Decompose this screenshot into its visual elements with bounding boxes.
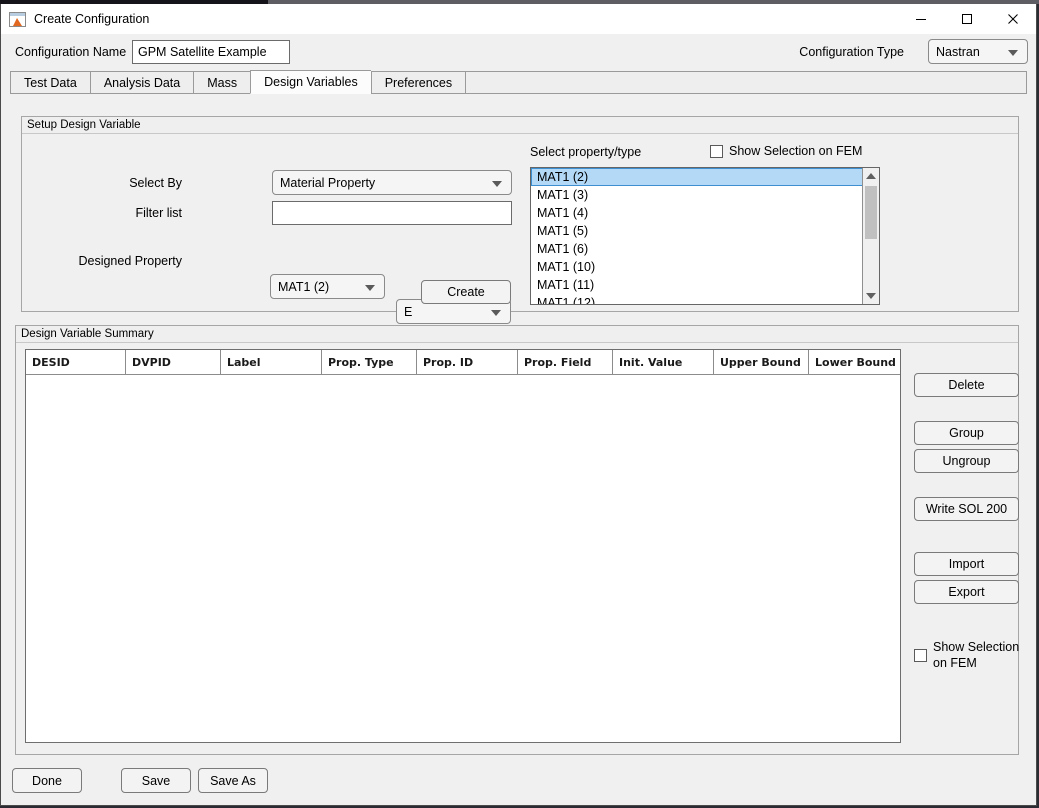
tab-label: Analysis Data — [103, 75, 181, 90]
save-as-button-label: Save As — [210, 773, 256, 788]
listbox-item[interactable]: MAT1 (10) — [531, 258, 864, 276]
table-column-header[interactable]: Lower Bound — [809, 350, 900, 374]
chevron-down-icon — [1008, 49, 1018, 56]
create-button[interactable]: Create — [421, 280, 511, 304]
configuration-type-label: Configuration Type — [799, 45, 904, 59]
designed-property-label: Designed Property — [78, 254, 182, 268]
done-button[interactable]: Done — [12, 768, 82, 793]
tab-label: Test Data — [24, 75, 77, 90]
tab-analysis-data[interactable]: Analysis Data — [89, 71, 194, 94]
tab-test-data[interactable]: Test Data — [10, 71, 90, 94]
chevron-down-icon — [491, 309, 501, 316]
save-button[interactable]: Save — [121, 768, 191, 793]
create-button-label: Create — [447, 285, 485, 299]
table-column-header[interactable]: Prop. Type — [322, 350, 417, 374]
select-by-value: Material Property — [280, 175, 376, 190]
write-sol-200-button-label: Write SOL 200 — [925, 502, 1008, 516]
title-bar: Create Configuration — [1, 4, 1036, 34]
configuration-name-input[interactable] — [132, 40, 290, 64]
write-sol-200-button[interactable]: Write SOL 200 — [914, 497, 1019, 521]
minimize-icon[interactable] — [898, 4, 944, 34]
delete-button-label: Delete — [948, 378, 985, 392]
table-column-header[interactable]: DESID — [26, 350, 126, 374]
listbox-items: MAT1 (2) MAT1 (3) MAT1 (4) MAT1 (5) MAT1 (6)… — [531, 168, 879, 304]
property-type-listbox[interactable]: MAT1 (2) MAT1 (3) MAT1 (4) MAT1 (5) MAT1 (6)… — [530, 167, 880, 305]
setup-panel-title: Setup Design Variable — [22, 117, 1018, 134]
designed-property-value: MAT1 (2) — [278, 279, 330, 294]
select-by-label: Select By — [129, 176, 182, 190]
table-column-header[interactable]: Label — [221, 350, 322, 374]
listbox-scrollbar[interactable] — [862, 168, 879, 304]
tab-label: Design Variables — [264, 75, 358, 89]
listbox-item[interactable]: MAT1 (12) — [531, 294, 864, 304]
table-column-header[interactable]: Init. Value — [613, 350, 714, 374]
summary-panel-title: Design Variable Summary — [16, 326, 1018, 343]
configuration-type-value: Nastran — [936, 44, 980, 59]
listbox-item[interactable]: MAT1 (6) — [531, 240, 864, 258]
tab-mass[interactable]: Mass — [193, 71, 251, 94]
chevron-down-icon — [492, 180, 502, 187]
save-button-label: Save — [141, 773, 171, 788]
window-controls — [898, 4, 1036, 34]
scrollbar-thumb[interactable] — [865, 186, 877, 239]
select-property-type-label: Select property/type — [530, 145, 642, 159]
save-as-button[interactable]: Save As — [198, 768, 268, 793]
chevron-down-icon — [365, 284, 375, 291]
footer-bar: Done Save Save As — [1, 757, 1036, 805]
table-column-header[interactable]: Upper Bound — [714, 350, 809, 374]
filter-list-label: Filter list — [135, 206, 182, 220]
select-by-dropdown[interactable]: Material Property — [272, 170, 512, 195]
listbox-item[interactable]: MAT1 (11) — [531, 276, 864, 294]
import-button[interactable]: Import — [914, 552, 1019, 576]
filter-list-input[interactable] — [272, 201, 512, 225]
show-selection-on-fem-label: Show Selection on FEM — [933, 640, 1020, 670]
matlab-icon — [9, 11, 26, 27]
show-selection-on-fem-checkbox-top[interactable]: Show Selection on FEM — [710, 145, 862, 158]
close-icon[interactable] — [990, 4, 1036, 34]
show-selection-on-fem-label: Show Selection on FEM — [729, 144, 863, 158]
listbox-item[interactable]: MAT1 (3) — [531, 186, 864, 204]
configuration-type-dropdown[interactable]: Nastran — [928, 39, 1028, 64]
delete-button[interactable]: Delete — [914, 373, 1019, 397]
window-title: Create Configuration — [34, 12, 150, 26]
ungroup-button[interactable]: Ungroup — [914, 449, 1019, 473]
import-button-label: Import — [948, 557, 985, 571]
design-variable-table[interactable]: DESID DVPID Label Prop. Type Prop. ID Prop. F… — [25, 349, 901, 743]
group-button[interactable]: Group — [914, 421, 1019, 445]
table-header-row: DESID DVPID Label Prop. Type Prop. ID Prop. F… — [26, 350, 900, 375]
table-column-header[interactable]: Prop. ID — [417, 350, 518, 374]
ungroup-button-label: Ungroup — [942, 454, 991, 468]
group-button-label: Group — [949, 426, 984, 440]
tab-bar: Test Data Analysis Data Mass Design Vari… — [10, 70, 1027, 94]
maximize-icon[interactable] — [944, 4, 990, 34]
export-button-label: Export — [948, 585, 985, 599]
listbox-item[interactable]: MAT1 (4) — [531, 204, 864, 222]
listbox-item[interactable]: MAT1 (2) — [531, 168, 864, 186]
export-button[interactable]: Export — [914, 580, 1019, 604]
summary-side-buttons: Delete Group Ungroup Write SOL 200 Impor… — [902, 349, 1019, 743]
tab-design-variables[interactable]: Design Variables — [250, 70, 371, 94]
table-column-header[interactable]: Prop. Field — [518, 350, 613, 374]
scroll-down-icon[interactable] — [863, 288, 879, 304]
setup-design-variable-panel: Setup Design Variable Select By Material… — [21, 116, 1019, 324]
checkbox-box[interactable] — [710, 145, 723, 158]
design-variable-summary-panel: Design Variable Summary DESID DVPID Label P… — [15, 325, 1019, 755]
configuration-bar: Configuration Name Configuration Type Na… — [1, 34, 1036, 70]
designed-field-value: E — [404, 304, 413, 319]
table-column-header[interactable]: DVPID — [126, 350, 221, 374]
show-selection-on-fem-checkbox-summary[interactable]: Show Selection on FEM — [914, 639, 1022, 671]
tab-filler — [465, 71, 1027, 94]
listbox-item[interactable]: MAT1 (5) — [531, 222, 864, 240]
configuration-name-label: Configuration Name — [15, 45, 127, 59]
create-configuration-window: Create Configuration Configuration Name … — [0, 4, 1037, 806]
checkbox-box[interactable] — [914, 649, 927, 662]
done-button-label: Done — [32, 773, 62, 788]
tab-label: Preferences — [384, 75, 453, 90]
tab-label: Mass — [207, 75, 238, 90]
scroll-up-icon[interactable] — [863, 168, 879, 184]
tab-preferences[interactable]: Preferences — [370, 71, 466, 94]
designed-property-dropdown[interactable]: MAT1 (2) — [270, 274, 385, 299]
